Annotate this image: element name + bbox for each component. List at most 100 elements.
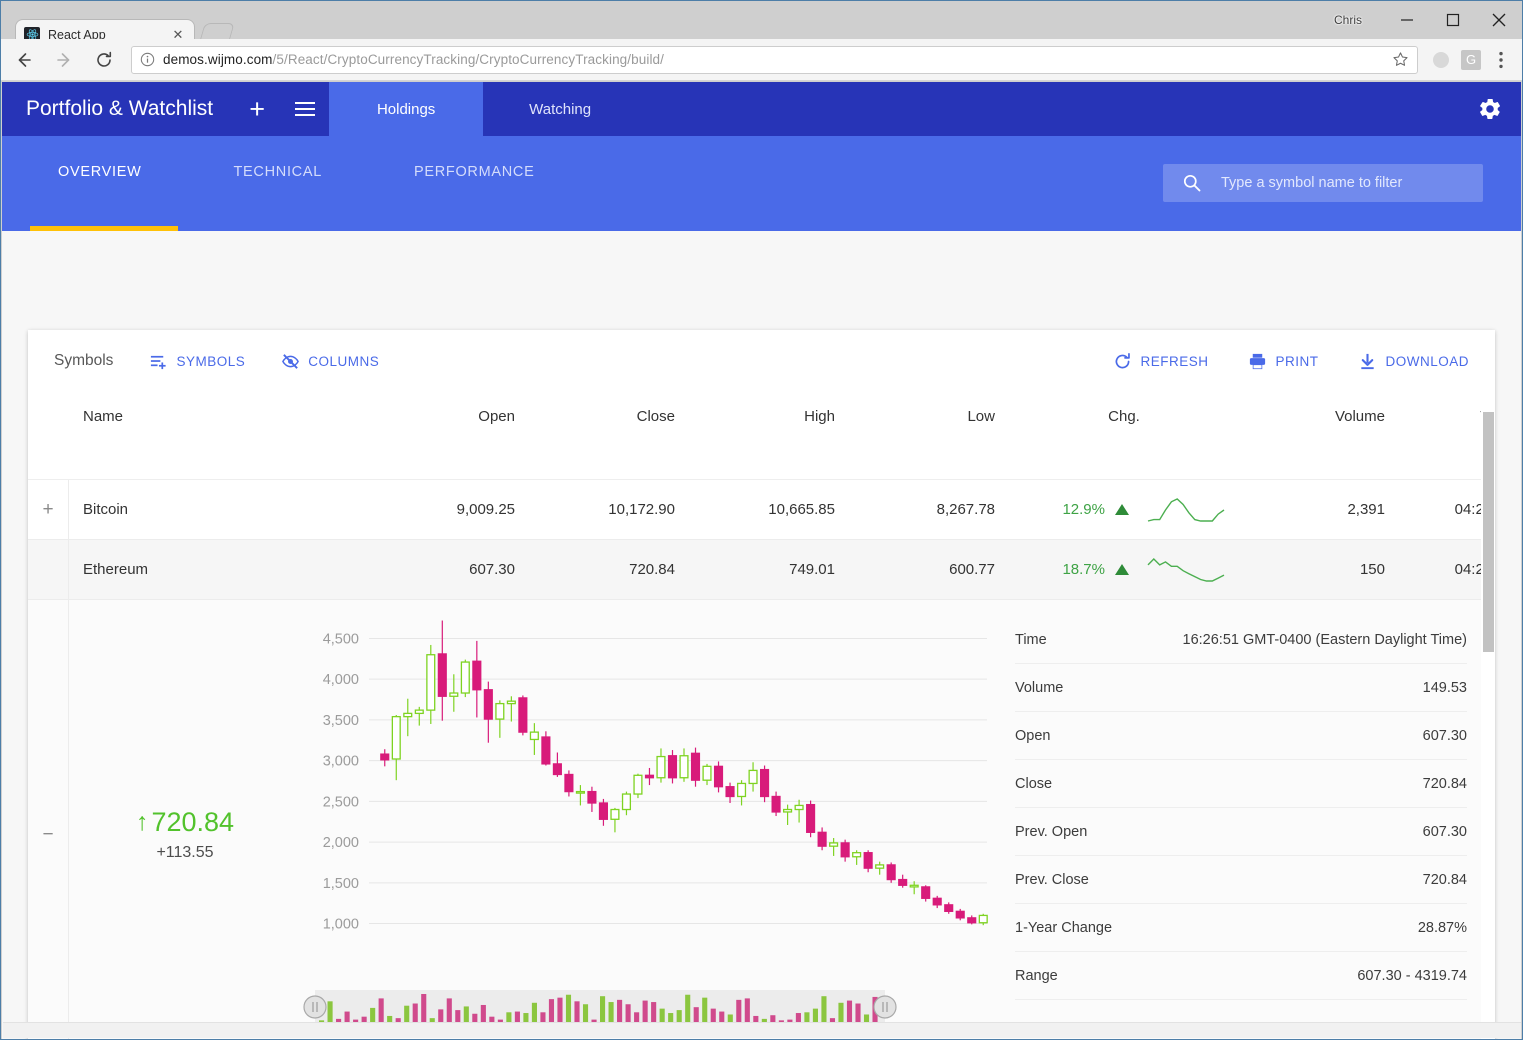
table-row[interactable]: Ethereum 607.30 720.84 749.01 600.77 18.… — [28, 539, 1495, 600]
url-host: demos.wijmo.com — [163, 52, 273, 67]
detail-value: 720.84 — [1422, 775, 1467, 792]
back-arrow-icon[interactable] — [7, 43, 41, 77]
detail-row: Prev. Close 720.84 — [1015, 856, 1467, 904]
detail-row: 1-Year Change 28.87% — [1015, 904, 1467, 952]
app-brand: Portfolio & Watchlist — [26, 97, 214, 120]
reload-icon[interactable] — [87, 43, 121, 77]
columns-button[interactable]: COLUMNS — [281, 352, 379, 371]
detail-label: 1-Year Change — [1015, 919, 1113, 936]
detail-row: Open 607.30 — [1015, 712, 1467, 760]
browser-toolbar: demos.wijmo.com/5/React/CryptoCurrencyTr… — [1, 39, 1522, 81]
cell-chg: 12.9% — [1009, 495, 1239, 525]
subtab-performance[interactable]: PERFORMANCE — [386, 164, 563, 180]
list-add-icon — [151, 355, 167, 369]
sparkline — [1147, 497, 1225, 522]
arrow-up-icon: ↑ — [135, 808, 149, 836]
cell-open: 9,009.25 — [456, 501, 515, 518]
holdings-grid: Name Open Close High Low Chg. Volume Tim… — [28, 392, 1495, 1039]
tab-holdings[interactable]: Holdings — [329, 82, 484, 136]
detail-price-block: ↑ 720.84 +113.55 — [69, 600, 301, 1039]
maximize-icon[interactable] — [1430, 5, 1476, 35]
tab-watching[interactable]: Watching — [483, 82, 637, 136]
detail-value: 16:26:51 GMT-0400 (Eastern Daylight Time… — [1182, 631, 1468, 648]
subtab-technical[interactable]: TECHNICAL — [206, 164, 350, 180]
close-icon[interactable] — [1476, 5, 1522, 35]
print-button-label: PRINT — [1275, 353, 1319, 369]
detail-label: Open — [1015, 727, 1051, 744]
address-bar[interactable]: demos.wijmo.com/5/React/CryptoCurrencyTr… — [131, 45, 1418, 74]
detail-row: Prev. Open 607.30 — [1015, 808, 1467, 856]
range-right-handle[interactable] — [873, 995, 897, 1019]
col-open[interactable]: Open — [369, 392, 529, 425]
filter-search-box[interactable] — [1163, 164, 1483, 202]
change-percent: 18.7% — [1062, 561, 1105, 578]
svg-text:3,000: 3,000 — [323, 754, 359, 770]
col-close[interactable]: Close — [529, 392, 689, 425]
row-expander-ethereum[interactable] — [28, 539, 69, 600]
detail-row: Range 607.30 - 4319.74 — [1015, 952, 1467, 1000]
browser-titlebar: React App ✕ Chris — [1, 1, 1522, 49]
forward-arrow-icon[interactable] — [47, 43, 81, 77]
row-expander-bitcoin[interactable]: + — [28, 479, 69, 540]
cell-close: 720.84 — [629, 561, 675, 578]
refresh-button[interactable]: REFRESH — [1113, 352, 1208, 371]
detail-field-table: Time 16:26:51 GMT-0400 (Eastern Daylight … — [1001, 600, 1495, 1039]
printer-icon — [1250, 353, 1266, 369]
minimize-icon[interactable] — [1384, 5, 1430, 35]
google-extension-icon[interactable]: G — [1456, 45, 1486, 75]
print-button[interactable]: PRINT — [1248, 352, 1318, 371]
col-expander — [28, 392, 69, 408]
grid-vertical-scrollbar[interactable] — [1481, 392, 1495, 1039]
detail-row: Time 16:26:51 GMT-0400 (Eastern Daylight … — [1015, 616, 1467, 664]
detail-panel: − ↑ 720.84 +113.55 1,000 1,500 2,000 2,500 3… — [28, 600, 1495, 1039]
app-subheader: OVERVIEW TECHNICAL PERFORMANCE — [2, 136, 1521, 231]
table-row[interactable]: + Bitcoin 9,009.25 10,172.90 10,665.85 8… — [28, 479, 1495, 540]
download-button-label: DOWNLOAD — [1385, 353, 1469, 369]
detail-collapse-button[interactable]: − — [28, 600, 69, 1039]
profile-name[interactable]: Chris — [1334, 13, 1362, 27]
grid-vertical-scrollbar-thumb[interactable] — [1483, 412, 1494, 652]
add-symbol-button[interactable]: + — [233, 82, 281, 136]
eye-off-icon — [282, 353, 300, 369]
detail-value: 720.84 — [1422, 871, 1467, 888]
refresh-button-label: REFRESH — [1140, 353, 1209, 369]
col-name[interactable]: Name — [69, 392, 369, 425]
app-header: Portfolio & Watchlist + Holdings Watchin… — [2, 82, 1521, 136]
col-low[interactable]: Low — [849, 392, 1009, 425]
grid-header-row: Name Open Close High Low Chg. Volume Tim… — [28, 392, 1495, 480]
svg-text:4,000: 4,000 — [323, 672, 359, 688]
svg-text:4,500: 4,500 — [323, 631, 359, 647]
symbols-button[interactable]: SYMBOLS — [149, 352, 245, 371]
download-button[interactable]: DOWNLOAD — [1358, 352, 1469, 371]
search-input[interactable] — [1221, 175, 1483, 191]
gear-icon[interactable] — [1459, 82, 1521, 136]
detail-price-value: 720.84 — [151, 807, 235, 837]
detail-row: Volume 149.53 — [1015, 664, 1467, 712]
download-icon — [1361, 353, 1375, 369]
range-left-handle[interactable] — [303, 995, 327, 1019]
window-controls: Chris — [1334, 1, 1522, 39]
cell-chg: 18.7% — [1009, 555, 1239, 585]
holdings-card: Symbols SYMBOLS COLUMNS REFRESH PRINT DO… — [28, 330, 1495, 1039]
change-percent: 12.9% — [1062, 501, 1105, 518]
detail-price-delta: +113.55 — [156, 844, 214, 861]
extension-circle-icon[interactable] — [1426, 45, 1456, 75]
detail-label: Close — [1015, 775, 1053, 792]
detail-value: 607.30 — [1422, 727, 1467, 744]
page-horizontal-scrollbar[interactable] — [3, 1022, 1521, 1038]
url-path: /5/React/CryptoCurrencyTracking/CryptoCu… — [272, 52, 665, 67]
cell-volume: 150 — [1359, 561, 1385, 578]
candlestick-chart[interactable]: 1,000 1,500 2,000 2,500 3,000 3,500 4,000 4,500 — [301, 600, 1001, 1039]
col-chg[interactable]: Chg. — [1009, 392, 1239, 425]
detail-price: ↑ 720.84 — [136, 807, 234, 838]
subtab-overview[interactable]: OVERVIEW — [30, 164, 170, 180]
cell-low: 600.77 — [949, 561, 995, 578]
info-circle-icon[interactable] — [140, 52, 155, 67]
detail-value: 28.87% — [1417, 919, 1467, 936]
col-volume[interactable]: Volume — [1239, 392, 1399, 425]
star-icon[interactable] — [1392, 51, 1409, 68]
col-high[interactable]: High — [689, 392, 849, 425]
detail-label: Volume — [1015, 679, 1064, 696]
kebab-menu-icon[interactable] — [1486, 45, 1516, 75]
hamburger-icon[interactable] — [281, 82, 329, 136]
